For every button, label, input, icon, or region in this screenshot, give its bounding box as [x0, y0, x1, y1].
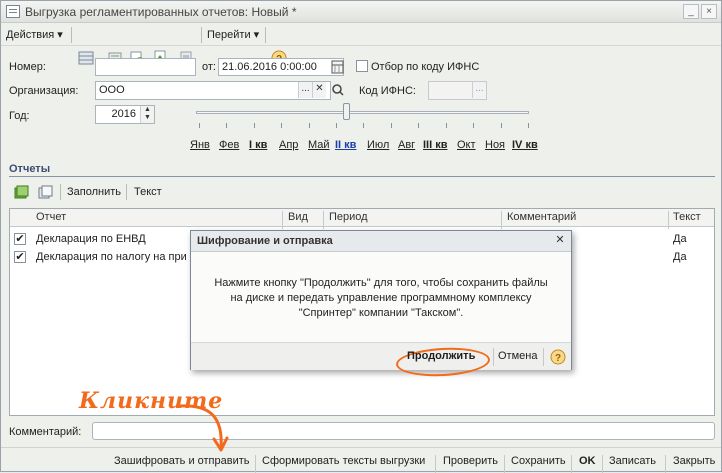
- encrypt-send-button[interactable]: Зашифровать и отправить: [114, 455, 250, 467]
- toolbar-separator: [201, 27, 202, 43]
- period-jan[interactable]: Янв: [190, 139, 210, 151]
- report-export-window: Выгрузка регламентированных отчетов: Нов…: [0, 0, 722, 473]
- close-button[interactable]: ×: [701, 4, 717, 19]
- organization-label: Организация:: [9, 85, 79, 97]
- footer-separator: [493, 348, 494, 366]
- clear-icon[interactable]: ✕: [312, 82, 326, 98]
- footer-separator: [543, 348, 544, 366]
- text-button[interactable]: Текст: [134, 186, 162, 198]
- write-button[interactable]: Записать: [609, 455, 656, 467]
- minimize-button[interactable]: _: [683, 4, 699, 19]
- period-feb[interactable]: Фев: [219, 139, 239, 151]
- column-header-report[interactable]: Отчет: [36, 211, 66, 223]
- period-slider-handle[interactable]: [343, 103, 350, 120]
- table-icon[interactable]: [78, 50, 94, 66]
- column-header-text[interactable]: Текст: [673, 211, 701, 223]
- goto-label: Перейти: [207, 29, 251, 41]
- ok-button[interactable]: OK: [579, 455, 596, 467]
- window-title: Выгрузка регламентированных отчетов: Нов…: [25, 5, 297, 19]
- number-label: Номер:: [9, 61, 46, 73]
- comment-label: Комментарий:: [9, 426, 82, 438]
- svg-text:?: ?: [555, 353, 561, 364]
- reports-section-title: Отчеты: [9, 163, 51, 175]
- year-input[interactable]: 2016 ▲ ▼: [95, 105, 155, 124]
- period-may[interactable]: Май: [308, 139, 330, 151]
- row-report-name: Декларация по ЕНВД: [36, 233, 146, 245]
- period-q1[interactable]: I кв: [249, 139, 267, 151]
- dialog-footer: Продолжить Отмена ?: [191, 342, 571, 379]
- toolbar-separator: [126, 184, 127, 200]
- date-from-label: от:: [202, 61, 216, 73]
- title-bar: Выгрузка регламентированных отчетов: Нов…: [1, 1, 721, 23]
- actions-menu[interactable]: Действия ▾: [6, 27, 63, 43]
- toolbar-separator: [265, 27, 266, 43]
- dialog-message-line: на диске и передать управление программн…: [230, 292, 532, 304]
- period-q3[interactable]: III кв: [423, 139, 448, 151]
- ifns-filter-checkbox[interactable]: [356, 60, 368, 72]
- select-ifns-button: ...: [472, 82, 486, 98]
- row-report-name: Декларация по налогу на при: [36, 251, 187, 263]
- window-icon: [6, 5, 20, 18]
- period-apr[interactable]: Апр: [279, 139, 298, 151]
- dialog-help-icon[interactable]: ?: [550, 349, 566, 365]
- select-organization-button[interactable]: ...: [298, 82, 312, 98]
- organization-value: ООО: [99, 84, 125, 96]
- section-divider: [9, 176, 715, 177]
- period-q4[interactable]: IV кв: [512, 139, 538, 151]
- fill-button[interactable]: Заполнить: [67, 186, 121, 198]
- ifns-code-input: ...: [428, 81, 487, 100]
- date-value: 21.06.2016 0:00:00: [222, 61, 317, 73]
- ifns-filter-label: Отбор по коду ИФНС: [371, 61, 480, 73]
- period-slider-track[interactable]: [196, 111, 529, 114]
- dialog-close-icon[interactable]: ✕: [553, 234, 567, 248]
- check-button[interactable]: Проверить: [443, 455, 498, 467]
- dialog-message-line: "Спринтер" компании "Такском".: [298, 307, 464, 319]
- row-text-flag: Да: [673, 251, 687, 263]
- period-oct[interactable]: Окт: [457, 139, 476, 151]
- period-aug[interactable]: Авг: [398, 139, 415, 151]
- bottom-divider: [1, 447, 721, 448]
- dialog-message-line: Нажмите кнопку "Продолжить" для того, чт…: [214, 277, 548, 289]
- search-icon[interactable]: [331, 82, 345, 98]
- generate-texts-button[interactable]: Сформировать тексты выгрузки: [262, 455, 425, 467]
- ifns-code-label: Код ИФНС:: [359, 85, 416, 97]
- column-header-type[interactable]: Вид: [288, 211, 308, 223]
- actions-label: Действия: [6, 29, 55, 41]
- number-input[interactable]: [95, 58, 196, 76]
- dialog-message: Нажмите кнопку "Продолжить" для того, чт…: [191, 276, 571, 321]
- add-report-icon[interactable]: [13, 184, 29, 200]
- cancel-button[interactable]: Отмена: [498, 350, 537, 362]
- toolbar: Действия ▾ Перейти ▾ ?: [1, 24, 721, 66]
- date-input[interactable]: 21.06.2016 0:00:00: [218, 58, 344, 76]
- column-header-comment[interactable]: Комментарий: [507, 211, 576, 223]
- year-value: 2016: [111, 108, 136, 120]
- goto-menu[interactable]: Перейти ▾: [207, 27, 259, 43]
- organization-input[interactable]: ООО ... ✕: [95, 81, 331, 100]
- close-form-button[interactable]: Закрыть: [673, 455, 715, 467]
- column-header-period[interactable]: Период: [329, 211, 368, 223]
- row-checkbox[interactable]: ✔: [14, 251, 26, 263]
- copy-report-icon[interactable]: [37, 184, 53, 200]
- calendar-icon[interactable]: [331, 59, 344, 75]
- period-q2[interactable]: II кв: [335, 139, 356, 151]
- row-text-flag: Да: [673, 233, 687, 245]
- toolbar-separator: [71, 27, 72, 43]
- continue-button[interactable]: Продолжить: [407, 350, 475, 362]
- toolbar-separator: [60, 184, 61, 200]
- table-header: Отчет Вид Период Комментарий Текст: [10, 209, 714, 229]
- annotation-arrow-icon: [177, 404, 229, 452]
- encrypt-send-dialog: Шифрование и отправка ✕ Нажмите кнопку "…: [190, 230, 572, 379]
- period-jul[interactable]: Июл: [367, 139, 389, 151]
- period-nov[interactable]: Ноя: [485, 139, 505, 151]
- year-label: Год:: [9, 110, 30, 122]
- row-checkbox[interactable]: ✔: [14, 233, 26, 245]
- year-spin-button[interactable]: ▲ ▼: [140, 106, 154, 123]
- dialog-title: Шифрование и отправка: [191, 231, 571, 252]
- save-button[interactable]: Сохранить: [511, 455, 566, 467]
